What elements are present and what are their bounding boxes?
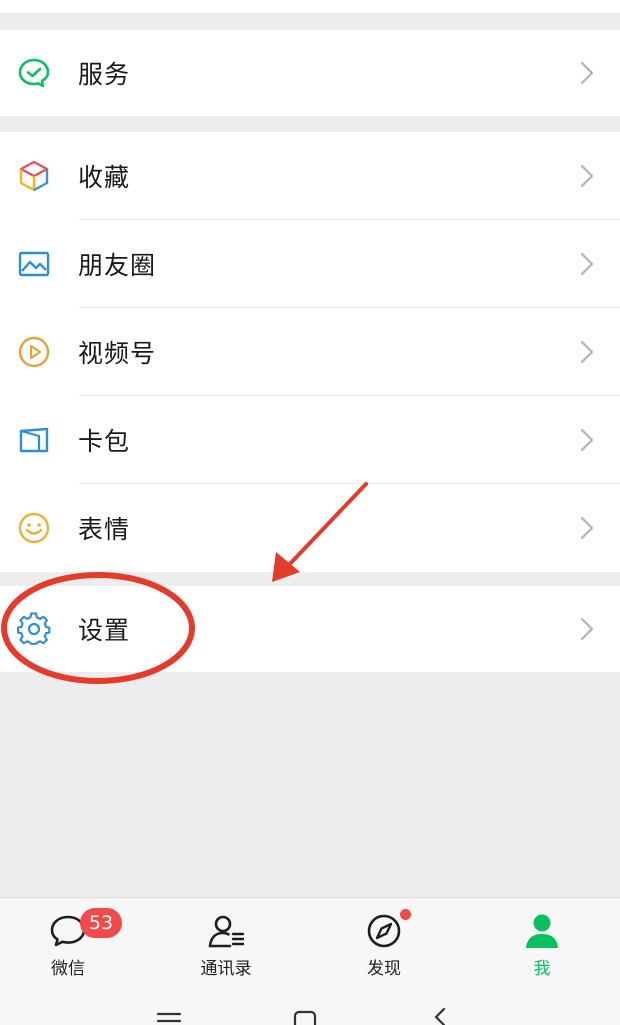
menu-icon[interactable]: [156, 1011, 182, 1025]
top-partial-section: [0, 0, 620, 14]
wallet-check-icon: [16, 55, 52, 91]
service-group: 服务: [0, 30, 620, 116]
smiley-icon: [16, 510, 52, 546]
tab-label: 我: [533, 959, 551, 979]
menu-item-settings[interactable]: 设置: [0, 586, 620, 672]
tab-label: 通讯录: [200, 959, 252, 979]
tab-label: 发现: [367, 959, 401, 979]
chevron-right-icon: [580, 617, 594, 641]
menu-item-cards[interactable]: 卡包: [0, 396, 620, 484]
menu-item-label: 设置: [78, 616, 131, 645]
contacts-icon: [208, 915, 245, 948]
menu-item-moments[interactable]: 朋友圈: [0, 220, 620, 308]
unread-badge: 53: [80, 908, 122, 938]
menu-item-service[interactable]: 服务: [0, 30, 620, 116]
menu-item-channels[interactable]: 视频号: [0, 308, 620, 396]
chevron-right-icon: [580, 516, 594, 540]
chevron-right-icon: [580, 252, 594, 276]
person-icon: [526, 914, 558, 948]
card-icon: [16, 422, 52, 458]
settings-group: 设置: [0, 586, 620, 672]
menu-item-stickers[interactable]: 表情: [0, 484, 620, 572]
tab-me[interactable]: 我: [482, 898, 602, 986]
play-circle-icon: [16, 334, 52, 370]
wechat-me-screen: 服务 收藏 朋友圈 视频号 卡包 表情 设置 微信 通讯录 发现 我 53: [0, 0, 620, 1025]
back-icon[interactable]: [430, 1007, 450, 1025]
tab-discover[interactable]: 发现: [324, 898, 444, 986]
picture-icon: [16, 246, 52, 282]
compass-icon: [367, 914, 401, 948]
gear-icon: [16, 611, 52, 647]
features-group: 收藏 朋友圈 视频号 卡包 表情: [0, 132, 620, 572]
menu-item-label: 视频号: [78, 339, 157, 368]
chevron-right-icon: [580, 428, 594, 452]
chevron-right-icon: [580, 164, 594, 188]
home-icon[interactable]: [292, 1009, 318, 1025]
menu-item-label: 服务: [78, 60, 131, 89]
discover-notification-dot: [400, 909, 411, 920]
cube-icon: [16, 158, 52, 194]
chevron-right-icon: [580, 61, 594, 85]
tab-contacts[interactable]: 通讯录: [166, 898, 286, 986]
menu-item-favorites[interactable]: 收藏: [0, 132, 620, 220]
tab-label: 微信: [51, 959, 85, 979]
menu-item-label: 收藏: [78, 163, 131, 192]
chevron-right-icon: [580, 340, 594, 364]
menu-item-label: 卡包: [78, 427, 131, 456]
system-navigation-bar: [0, 985, 620, 1025]
menu-item-label: 朋友圈: [78, 251, 157, 280]
menu-item-label: 表情: [78, 515, 131, 544]
